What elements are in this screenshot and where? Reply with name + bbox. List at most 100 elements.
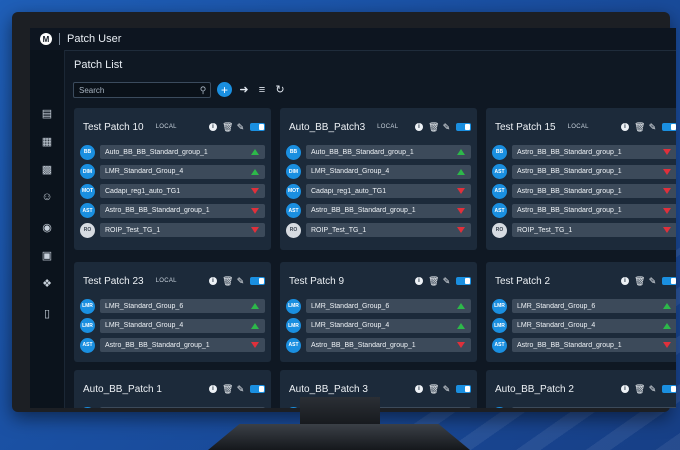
edit-icon[interactable]: ✎	[236, 276, 245, 287]
patch-toggle[interactable]	[250, 123, 265, 131]
member-row[interactable]: AST Astro_BB_BB_Standard_group_1	[492, 203, 676, 219]
member-row[interactable]: LMR LMR_Standard_Group_4	[80, 318, 265, 334]
member-pill[interactable]: Astro_BB_BB_Standard_group_1	[512, 203, 676, 218]
delete-icon[interactable]: 🗑	[428, 276, 439, 287]
member-pill[interactable]: Astro_BB_BB_Standard_group_1	[100, 203, 265, 218]
edit-icon[interactable]: ✎	[648, 384, 657, 395]
patch-toggle[interactable]	[456, 123, 471, 131]
member-row[interactable]: AST Astro_BB_BB_Standard_group_1	[286, 337, 471, 353]
member-pill[interactable]: Astro_BB_BB_Standard_group_1	[512, 184, 676, 199]
add-patch-button[interactable]: +	[217, 82, 232, 97]
contact-icon[interactable]: ◉	[40, 220, 54, 234]
member-row[interactable]: LMR LMR_Standard_Group_4	[492, 318, 676, 334]
member-row[interactable]: LMR LMR_Standard_Group_4	[286, 318, 471, 334]
info-icon[interactable]: i	[209, 277, 217, 285]
member-pill[interactable]: ROIP_Test_TG_1	[100, 223, 265, 238]
patch-toggle[interactable]	[662, 385, 676, 393]
list-icon[interactable]: ▤	[40, 106, 54, 120]
member-row[interactable]: LMR LMR_Standard_Group_6	[492, 298, 676, 314]
member-pill[interactable]: LMR_Standard_Group_6	[512, 407, 676, 408]
delete-icon[interactable]: 🗑	[634, 276, 645, 287]
patch-toggle[interactable]	[456, 385, 471, 393]
info-icon[interactable]: i	[621, 123, 629, 131]
member-row[interactable]: MOT Cadapi_reg1_auto_TG1	[286, 183, 471, 199]
delete-icon[interactable]: 🗑	[222, 384, 233, 395]
edit-icon[interactable]: ✎	[442, 122, 451, 133]
delete-icon[interactable]: 🗑	[222, 122, 233, 133]
patch-card[interactable]: Auto_BB_Patch 1 i 🗑✎ LMR LMR_Standard_Group_…	[74, 370, 271, 408]
console-icon[interactable]: ▣	[40, 248, 54, 262]
member-pill[interactable]: Astro_BB_BB_Standard_group_1	[100, 338, 265, 353]
member-pill[interactable]: LMR_Standard_Group_6	[100, 299, 265, 313]
delete-icon[interactable]: 🗑	[634, 122, 645, 133]
member-row[interactable]: LMR LMR_Standard_Group_6	[80, 406, 265, 408]
delete-icon[interactable]: 🗑	[222, 276, 233, 287]
member-pill[interactable]: LMR_Standard_Group_4	[100, 164, 265, 179]
member-row[interactable]: LMR LMR_Standard_Group_6	[286, 298, 471, 314]
edit-icon[interactable]: ✎	[442, 384, 451, 395]
member-row[interactable]: BB Auto_BB_BB_Standard_group_1	[80, 144, 265, 160]
patch-toggle[interactable]	[250, 277, 265, 285]
member-row[interactable]: RO ROIP_Test_TG_1	[286, 222, 471, 238]
member-pill[interactable]: Auto_BB_BB_Standard_group_1	[100, 145, 265, 159]
patch-toggle[interactable]	[662, 277, 676, 285]
member-pill[interactable]: LMR_Standard_Group_4	[306, 318, 471, 333]
info-icon[interactable]: i	[209, 385, 217, 393]
member-pill[interactable]: LMR_Standard_Group_6	[306, 299, 471, 313]
member-pill[interactable]: LMR_Standard_Group_6	[512, 299, 676, 313]
member-row[interactable]: BB Astro_BB_BB_Standard_group_1	[492, 144, 676, 160]
member-row[interactable]: DIM LMR_Standard_Group_4	[80, 164, 265, 180]
patch-card[interactable]: Auto_BB_Patch 2 i 🗑✎ LMR LMR_Standard_Group_…	[486, 370, 676, 408]
member-pill[interactable]: ROIP_Test_TG_1	[306, 223, 471, 238]
patch-toggle[interactable]	[662, 123, 676, 131]
patch-toggle[interactable]	[250, 385, 265, 393]
search-input[interactable]	[74, 84, 196, 96]
member-pill[interactable]: LMR_Standard_Group_4	[306, 164, 471, 179]
info-icon[interactable]: i	[209, 123, 217, 131]
radio-icon[interactable]: ▯	[40, 306, 54, 320]
patch-card[interactable]: Auto_BB_Patch3 LOCAL i 🗑 ✎ BB Auto_BB_BB_Stand…	[280, 108, 477, 250]
member-pill[interactable]: Astro_BB_BB_Standard_group_1	[306, 203, 471, 218]
patch-card[interactable]: Test Patch 9 i 🗑 ✎ LMR LMR_Standard_Group_6 LM…	[280, 262, 477, 362]
patch-card[interactable]: Test Patch 15 LOCAL i 🗑 ✎ BB Astro_BB_BB_Stand…	[486, 108, 676, 250]
member-row[interactable]: AST Astro_BB_BB_Standard_group_1	[492, 183, 676, 199]
delete-icon[interactable]: 🗑	[634, 384, 645, 395]
member-pill[interactable]: Auto_BB_BB_Standard_group_1	[306, 145, 471, 159]
member-pill[interactable]: Cadapi_reg1_auto_TG1	[100, 184, 265, 199]
member-row[interactable]: RO ROIP_Test_TG_1	[80, 222, 265, 238]
member-pill[interactable]: LMR_Standard_Group_4	[100, 318, 265, 333]
member-pill[interactable]: Astro_BB_BB_Standard_group_1	[512, 338, 676, 353]
edit-icon[interactable]: ✎	[236, 384, 245, 395]
search-icon[interactable]: ⚲	[196, 83, 210, 97]
patch-card[interactable]: Test Patch 23 LOCAL i 🗑 ✎ LMR LMR_Standard_Gro…	[74, 262, 271, 362]
filter-icon[interactable]: ≡	[256, 84, 268, 96]
member-pill[interactable]: LMR_Standard_Group_4	[512, 318, 676, 333]
member-row[interactable]: RO ROIP_Test_TG_1	[492, 222, 676, 238]
delete-icon[interactable]: 🗑	[428, 122, 439, 133]
member-row[interactable]: AST Astro_BB_BB_Standard_group_1	[492, 164, 676, 180]
member-row[interactable]: AST Astro_BB_BB_Standard_group_1	[286, 203, 471, 219]
info-icon[interactable]: i	[621, 277, 629, 285]
users-icon[interactable]: ☺	[40, 190, 54, 204]
member-pill[interactable]: Astro_BB_BB_Standard_group_1	[306, 338, 471, 353]
refresh-icon[interactable]: ↻	[274, 83, 286, 96]
grid-icon[interactable]: ▦	[40, 134, 54, 148]
edit-icon[interactable]: ✎	[236, 122, 245, 133]
patch-card[interactable]: Test Patch 2 i 🗑 ✎ LMR LMR_Standard_Group_6 LM…	[486, 262, 676, 362]
member-pill[interactable]: Cadapi_reg1_auto_TG1	[306, 184, 471, 199]
monitor-icon[interactable]: ▩	[40, 162, 54, 176]
network-icon[interactable]: ❖	[40, 276, 54, 290]
edit-icon[interactable]: ✎	[442, 276, 451, 287]
member-row[interactable]: AST Astro_BB_BB_Standard_group_1	[80, 337, 265, 353]
info-icon[interactable]: i	[415, 385, 423, 393]
member-pill[interactable]: ROIP_Test_TG_1	[512, 223, 676, 238]
member-row[interactable]: DIM LMR_Standard_Group_4	[286, 164, 471, 180]
patch-toggle[interactable]	[456, 277, 471, 285]
import-icon[interactable]: ➜	[238, 83, 250, 96]
edit-icon[interactable]: ✎	[648, 122, 657, 133]
info-icon[interactable]: i	[621, 385, 629, 393]
info-icon[interactable]: i	[415, 277, 423, 285]
member-row[interactable]: AST Astro_BB_BB_Standard_group_1	[80, 203, 265, 219]
member-pill[interactable]: Astro_BB_BB_Standard_group_1	[512, 145, 676, 159]
edit-icon[interactable]: ✎	[648, 276, 657, 287]
